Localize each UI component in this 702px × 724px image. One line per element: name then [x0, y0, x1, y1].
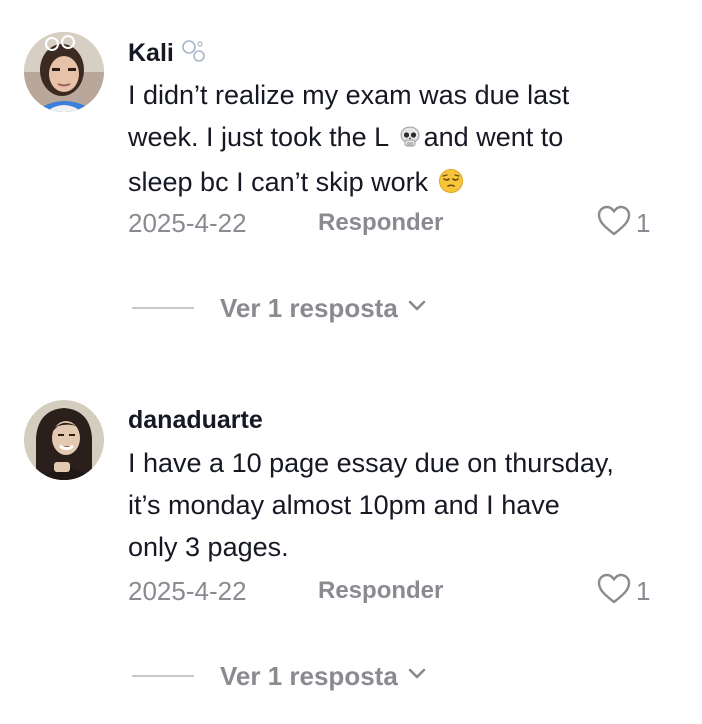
- comment-line-text: week. I just took the L: [128, 122, 396, 152]
- view-replies-label[interactable]: Ver 1 resposta: [220, 293, 398, 324]
- avatar[interactable]: [24, 400, 104, 480]
- like-count: 1: [636, 576, 651, 606]
- comment-date: 2025-4-22: [128, 208, 247, 238]
- comment-line-text: and went to: [423, 122, 564, 152]
- comment-username[interactable]: Kali: [128, 38, 208, 71]
- replies-divider: [132, 675, 194, 677]
- replies-divider: [132, 307, 194, 309]
- chevron-down-icon[interactable]: [408, 667, 426, 685]
- comment-username[interactable]: danaduarte: [128, 405, 263, 435]
- like-count: 1: [636, 208, 651, 238]
- view-replies-button[interactable]: Ver 1 resposta: [132, 658, 426, 694]
- reply-button[interactable]: Responder: [318, 575, 443, 607]
- bubbles-icon: [180, 38, 208, 71]
- comment-line-text: sleep bc I can’t skip work: [128, 167, 436, 197]
- comment-line: week. I just took the L and went to: [128, 116, 668, 161]
- comment-line: sleep bc I can’t skip work: [128, 161, 668, 206]
- comment-body: I have a 10 page essay due on thursday, …: [128, 442, 668, 568]
- like-button[interactable]: 1: [596, 573, 650, 609]
- comment-line: it’s monday almost 10pm and I have: [128, 490, 560, 520]
- comment-line: only 3 pages.: [128, 532, 289, 562]
- comment-line: I didn’t realize my exam was due last: [128, 80, 570, 110]
- view-replies-label[interactable]: Ver 1 resposta: [220, 661, 398, 692]
- comment-line: I have a 10 page essay due on thursday,: [128, 448, 614, 478]
- comment-body: I didn’t realize my exam was due last we…: [128, 74, 668, 206]
- skull-emoji-icon: [398, 119, 422, 161]
- username-text[interactable]: danaduarte: [128, 406, 263, 434]
- username-text[interactable]: Kali: [128, 39, 174, 67]
- reply-button[interactable]: Responder: [318, 207, 443, 239]
- chevron-down-icon[interactable]: [408, 299, 426, 317]
- avatar[interactable]: [24, 32, 104, 112]
- like-button[interactable]: 1: [596, 205, 650, 241]
- view-replies-button[interactable]: Ver 1 resposta: [132, 290, 426, 326]
- heart-icon[interactable]: [596, 204, 632, 243]
- pensive-face-emoji-icon: [438, 164, 464, 206]
- heart-icon[interactable]: [596, 572, 632, 611]
- comment-date: 2025-4-22: [128, 576, 247, 606]
